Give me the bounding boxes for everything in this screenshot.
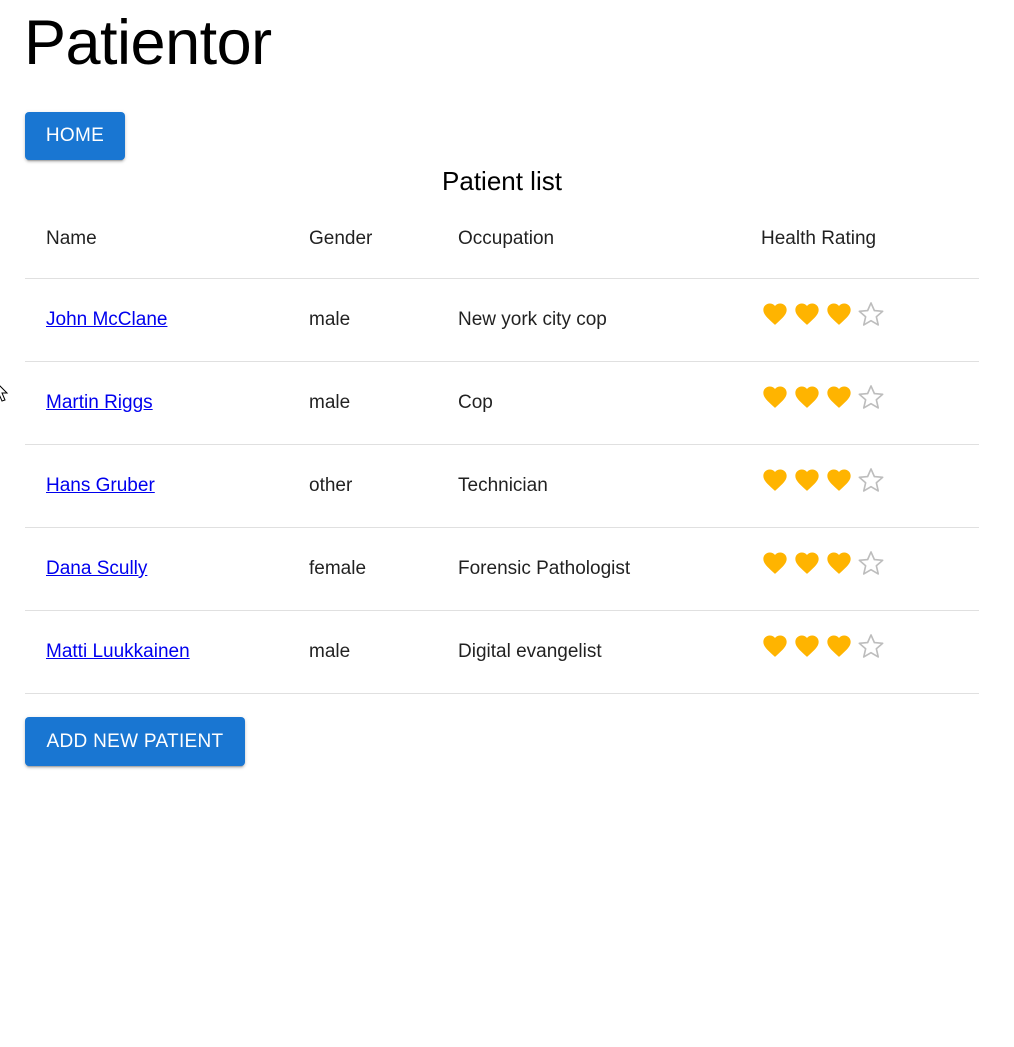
heart-icon xyxy=(827,469,851,491)
patient-gender-cell: female xyxy=(288,527,437,611)
patient-gender-cell: male xyxy=(288,610,437,694)
table-row: Dana Scully female Forensic Pathologist xyxy=(25,527,979,611)
patient-occupation-cell: Digital evangelist xyxy=(437,610,740,694)
health-rating-cell xyxy=(740,361,979,445)
app-title: Patientor xyxy=(24,8,272,78)
heart-icon xyxy=(795,386,819,408)
section-title: Patient list xyxy=(442,166,562,196)
health-rating-cell xyxy=(740,527,979,611)
star-outline-icon xyxy=(858,468,884,492)
heart-icon xyxy=(763,469,787,491)
heart-icon xyxy=(827,552,851,574)
patient-name-link[interactable]: Hans Gruber xyxy=(46,475,155,496)
patient-occupation-cell: New york city cop xyxy=(437,278,740,362)
health-rating-cell xyxy=(740,278,979,362)
health-rating xyxy=(761,466,885,494)
star-outline-icon xyxy=(858,551,884,575)
health-rating-cell xyxy=(740,610,979,694)
heart-icon xyxy=(763,303,787,325)
table-header-row: Name Gender Occupation Health Rating xyxy=(25,200,979,279)
heart-icon xyxy=(763,386,787,408)
patient-gender-cell: other xyxy=(288,444,437,528)
mouse-cursor-icon xyxy=(0,380,10,409)
patient-occupation-cell: Technician xyxy=(437,444,740,528)
health-rating xyxy=(761,383,885,411)
heart-icon xyxy=(795,635,819,657)
patient-name-link[interactable]: John McClane xyxy=(46,309,167,330)
header-name: Name xyxy=(25,200,288,279)
star-outline-icon xyxy=(858,302,884,326)
home-button[interactable]: HOME xyxy=(25,112,125,160)
heart-icon xyxy=(795,469,819,491)
patient-gender-cell: male xyxy=(288,361,437,445)
health-rating xyxy=(761,300,885,328)
heart-icon xyxy=(827,303,851,325)
heart-icon xyxy=(795,552,819,574)
patient-name-cell: Matti Luukkainen xyxy=(25,610,288,694)
patient-gender-cell: male xyxy=(288,278,437,362)
patient-occupation-cell: Cop xyxy=(437,361,740,445)
patient-name-cell: Martin Riggs xyxy=(25,361,288,445)
health-rating-cell xyxy=(740,444,979,528)
heart-icon xyxy=(795,303,819,325)
patient-table: Name Gender Occupation Health Rating Joh… xyxy=(25,200,979,694)
heart-icon xyxy=(763,552,787,574)
table-row: Martin Riggs male Cop xyxy=(25,361,979,445)
patient-name-cell: John McClane xyxy=(25,278,288,362)
star-outline-icon xyxy=(858,634,884,658)
patient-occupation-cell: Forensic Pathologist xyxy=(437,527,740,611)
health-rating xyxy=(761,632,885,660)
table-row: John McClane male New york city cop xyxy=(25,278,979,362)
patient-name-cell: Dana Scully xyxy=(25,527,288,611)
header-occupation: Occupation xyxy=(437,200,740,279)
health-rating xyxy=(761,549,885,577)
header-gender: Gender xyxy=(288,200,437,279)
header-health-rating: Health Rating xyxy=(740,200,979,279)
patient-name-link[interactable]: Dana Scully xyxy=(46,558,147,579)
heart-icon xyxy=(827,635,851,657)
patient-name-link[interactable]: Martin Riggs xyxy=(46,392,153,413)
heart-icon xyxy=(827,386,851,408)
heart-icon xyxy=(763,635,787,657)
patient-name-cell: Hans Gruber xyxy=(25,444,288,528)
patient-name-link[interactable]: Matti Luukkainen xyxy=(46,641,190,662)
add-new-patient-button[interactable]: ADD NEW PATIENT xyxy=(25,717,245,766)
table-row: Hans Gruber other Technician xyxy=(25,444,979,528)
star-outline-icon xyxy=(858,385,884,409)
table-row: Matti Luukkainen male Digital evangelist xyxy=(25,610,979,694)
